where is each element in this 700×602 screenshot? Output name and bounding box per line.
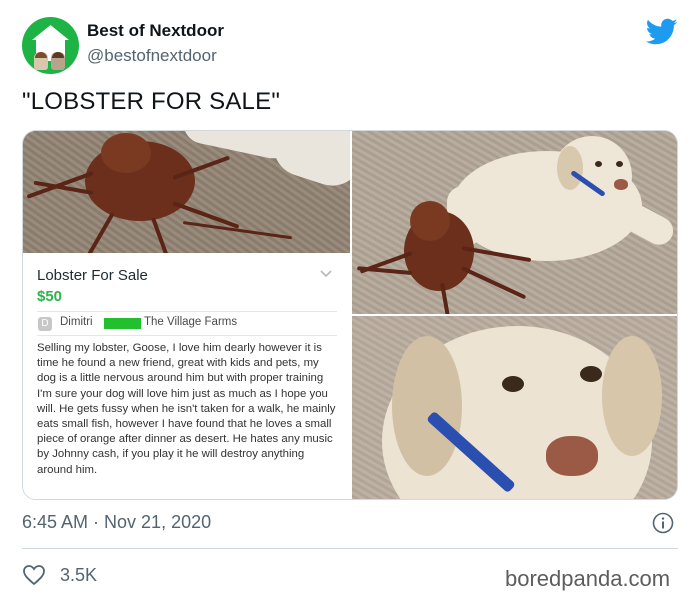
listing-screenshot[interactable]: Lobster For Sale $50 D Dimitri The Villa… bbox=[23, 131, 350, 499]
listing-divider bbox=[37, 311, 337, 312]
listing-divider bbox=[37, 335, 337, 336]
lobster-photo bbox=[23, 131, 350, 253]
seller-avatar: D bbox=[38, 317, 52, 331]
tweet-text: "LOBSTER FOR SALE" bbox=[22, 88, 281, 115]
chevron-down-icon[interactable] bbox=[319, 269, 333, 279]
heart-icon[interactable] bbox=[22, 564, 46, 586]
avatar[interactable] bbox=[22, 17, 79, 74]
listing-description: Selling my lobster, Goose, I love him de… bbox=[37, 342, 336, 476]
avatar-figure-right bbox=[51, 52, 65, 70]
author-display-name[interactable]: Best of Nextdoor bbox=[87, 21, 224, 41]
tweet-timestamp[interactable]: 6:45 AM · Nov 21, 2020 bbox=[22, 512, 211, 533]
footer-divider bbox=[22, 548, 678, 549]
author-handle[interactable]: @bestofnextdoor bbox=[87, 46, 217, 66]
avatar-figure-left bbox=[34, 52, 48, 70]
seller-location: The Village Farms bbox=[144, 316, 238, 328]
redaction-bar bbox=[104, 318, 141, 329]
listing-title: Lobster For Sale bbox=[37, 267, 148, 284]
seller-name: Dimitri bbox=[60, 316, 93, 328]
boredpanda-watermark: boredpanda.com bbox=[505, 566, 671, 591]
dog-and-lobster-photo[interactable] bbox=[352, 131, 677, 314]
listing-price: $50 bbox=[37, 288, 63, 305]
media-grid[interactable]: Lobster For Sale $50 D Dimitri The Villa… bbox=[22, 130, 678, 500]
dog-closeup-photo[interactable] bbox=[352, 316, 677, 499]
like-count[interactable]: 3.5K bbox=[60, 565, 97, 586]
twitter-bird-icon[interactable] bbox=[646, 18, 678, 46]
info-icon[interactable] bbox=[652, 512, 674, 534]
